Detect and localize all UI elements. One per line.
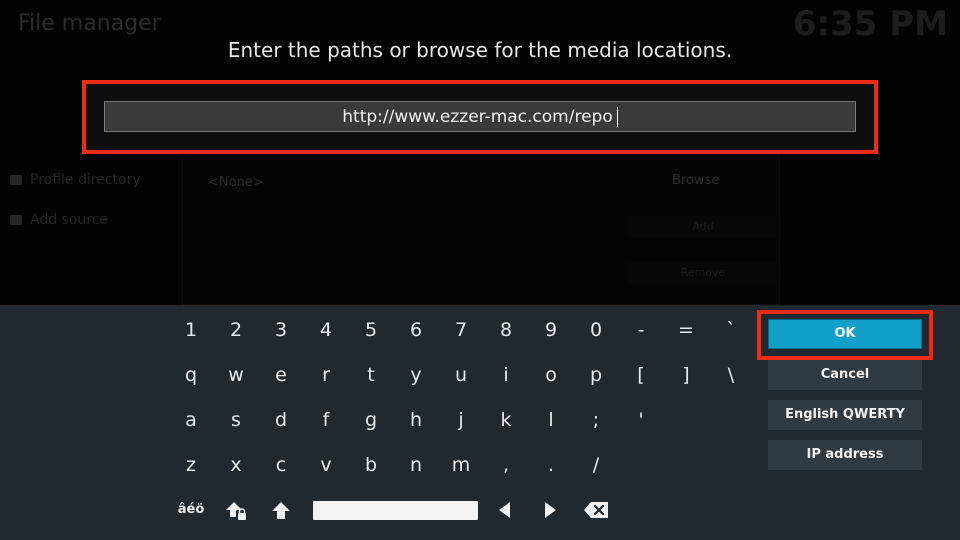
browse-button: Browse	[672, 173, 720, 188]
key-minus[interactable]: -	[619, 315, 663, 345]
key-e[interactable]: e	[259, 360, 303, 390]
key-4[interactable]: 4	[304, 315, 348, 345]
key-5[interactable]: 5	[349, 315, 393, 345]
key-x[interactable]: x	[214, 450, 258, 480]
key-h[interactable]: h	[394, 405, 438, 435]
key-b[interactable]: b	[349, 450, 393, 480]
key-comma[interactable]: ,	[484, 450, 528, 480]
key-j[interactable]: j	[439, 405, 483, 435]
ok-button[interactable]: OK	[768, 319, 922, 349]
key-left-bracket[interactable]: [	[619, 360, 663, 390]
sidebar-item-add-source: Add source	[10, 212, 108, 228]
key-3[interactable]: 3	[259, 315, 303, 345]
key-g[interactable]: g	[349, 405, 393, 435]
folder-icon	[10, 175, 22, 185]
key-m[interactable]: m	[439, 450, 483, 480]
key-v[interactable]: v	[304, 450, 348, 480]
key-o[interactable]: o	[529, 360, 573, 390]
path-input-value: http://www.ezzer-mac.com/repo	[342, 106, 613, 127]
ip-address-button[interactable]: IP address	[768, 440, 922, 470]
window-title: File manager	[18, 11, 161, 36]
key-a[interactable]: a	[169, 405, 213, 435]
shift-icon[interactable]	[259, 495, 303, 525]
key-6[interactable]: 6	[394, 315, 438, 345]
sidebar-item-label: Add source	[30, 212, 109, 228]
text-caret	[616, 106, 618, 127]
path-input[interactable]: http://www.ezzer-mac.com/repo	[104, 101, 856, 132]
key-w[interactable]: w	[214, 360, 258, 390]
key-period[interactable]: .	[529, 450, 573, 480]
key-u[interactable]: u	[439, 360, 483, 390]
key-f[interactable]: f	[304, 405, 348, 435]
source-path-none: <None>	[208, 175, 264, 190]
backspace-icon[interactable]	[574, 495, 618, 525]
dialog-heading: Enter the paths or browse for the media …	[227, 38, 733, 62]
key-n[interactable]: n	[394, 450, 438, 480]
key-1[interactable]: 1	[169, 315, 213, 345]
key-z[interactable]: z	[169, 450, 213, 480]
key-s[interactable]: s	[214, 405, 258, 435]
keyboard-layout-button[interactable]: English QWERTY	[768, 400, 922, 430]
key-l[interactable]: l	[529, 405, 573, 435]
key-backslash[interactable]: \	[709, 360, 753, 390]
key-t[interactable]: t	[349, 360, 393, 390]
cancel-button[interactable]: Cancel	[768, 360, 922, 390]
add-button: Add	[628, 216, 778, 238]
sidebar-item-profile-directory: Profile directory	[10, 172, 141, 188]
key-0[interactable]: 0	[574, 315, 618, 345]
key-q[interactable]: q	[169, 360, 213, 390]
key-d[interactable]: d	[259, 405, 303, 435]
key-2[interactable]: 2	[214, 315, 258, 345]
key-backtick[interactable]: `	[709, 315, 753, 345]
symbols-key[interactable]: âéö	[169, 495, 213, 525]
key-8[interactable]: 8	[484, 315, 528, 345]
arrow-right-icon[interactable]	[529, 495, 573, 525]
key-k[interactable]: k	[484, 405, 528, 435]
space-key[interactable]	[313, 501, 478, 520]
key-p[interactable]: p	[574, 360, 618, 390]
key-y[interactable]: y	[394, 360, 438, 390]
key-semicolon[interactable]: ;	[574, 405, 618, 435]
key-equals[interactable]: =	[664, 315, 708, 345]
key-c[interactable]: c	[259, 450, 303, 480]
folder-icon	[10, 215, 22, 225]
remove-button: Remove	[628, 262, 778, 284]
sidebar-item-label: Profile directory	[30, 172, 141, 188]
caps-lock-icon[interactable]	[214, 495, 258, 525]
key-i[interactable]: i	[484, 360, 528, 390]
key-right-bracket[interactable]: ]	[664, 360, 708, 390]
key-apostrophe[interactable]: '	[619, 405, 663, 435]
arrow-left-icon[interactable]	[482, 495, 526, 525]
key-9[interactable]: 9	[529, 315, 573, 345]
key-slash[interactable]: /	[574, 450, 618, 480]
key-r[interactable]: r	[304, 360, 348, 390]
key-7[interactable]: 7	[439, 315, 483, 345]
